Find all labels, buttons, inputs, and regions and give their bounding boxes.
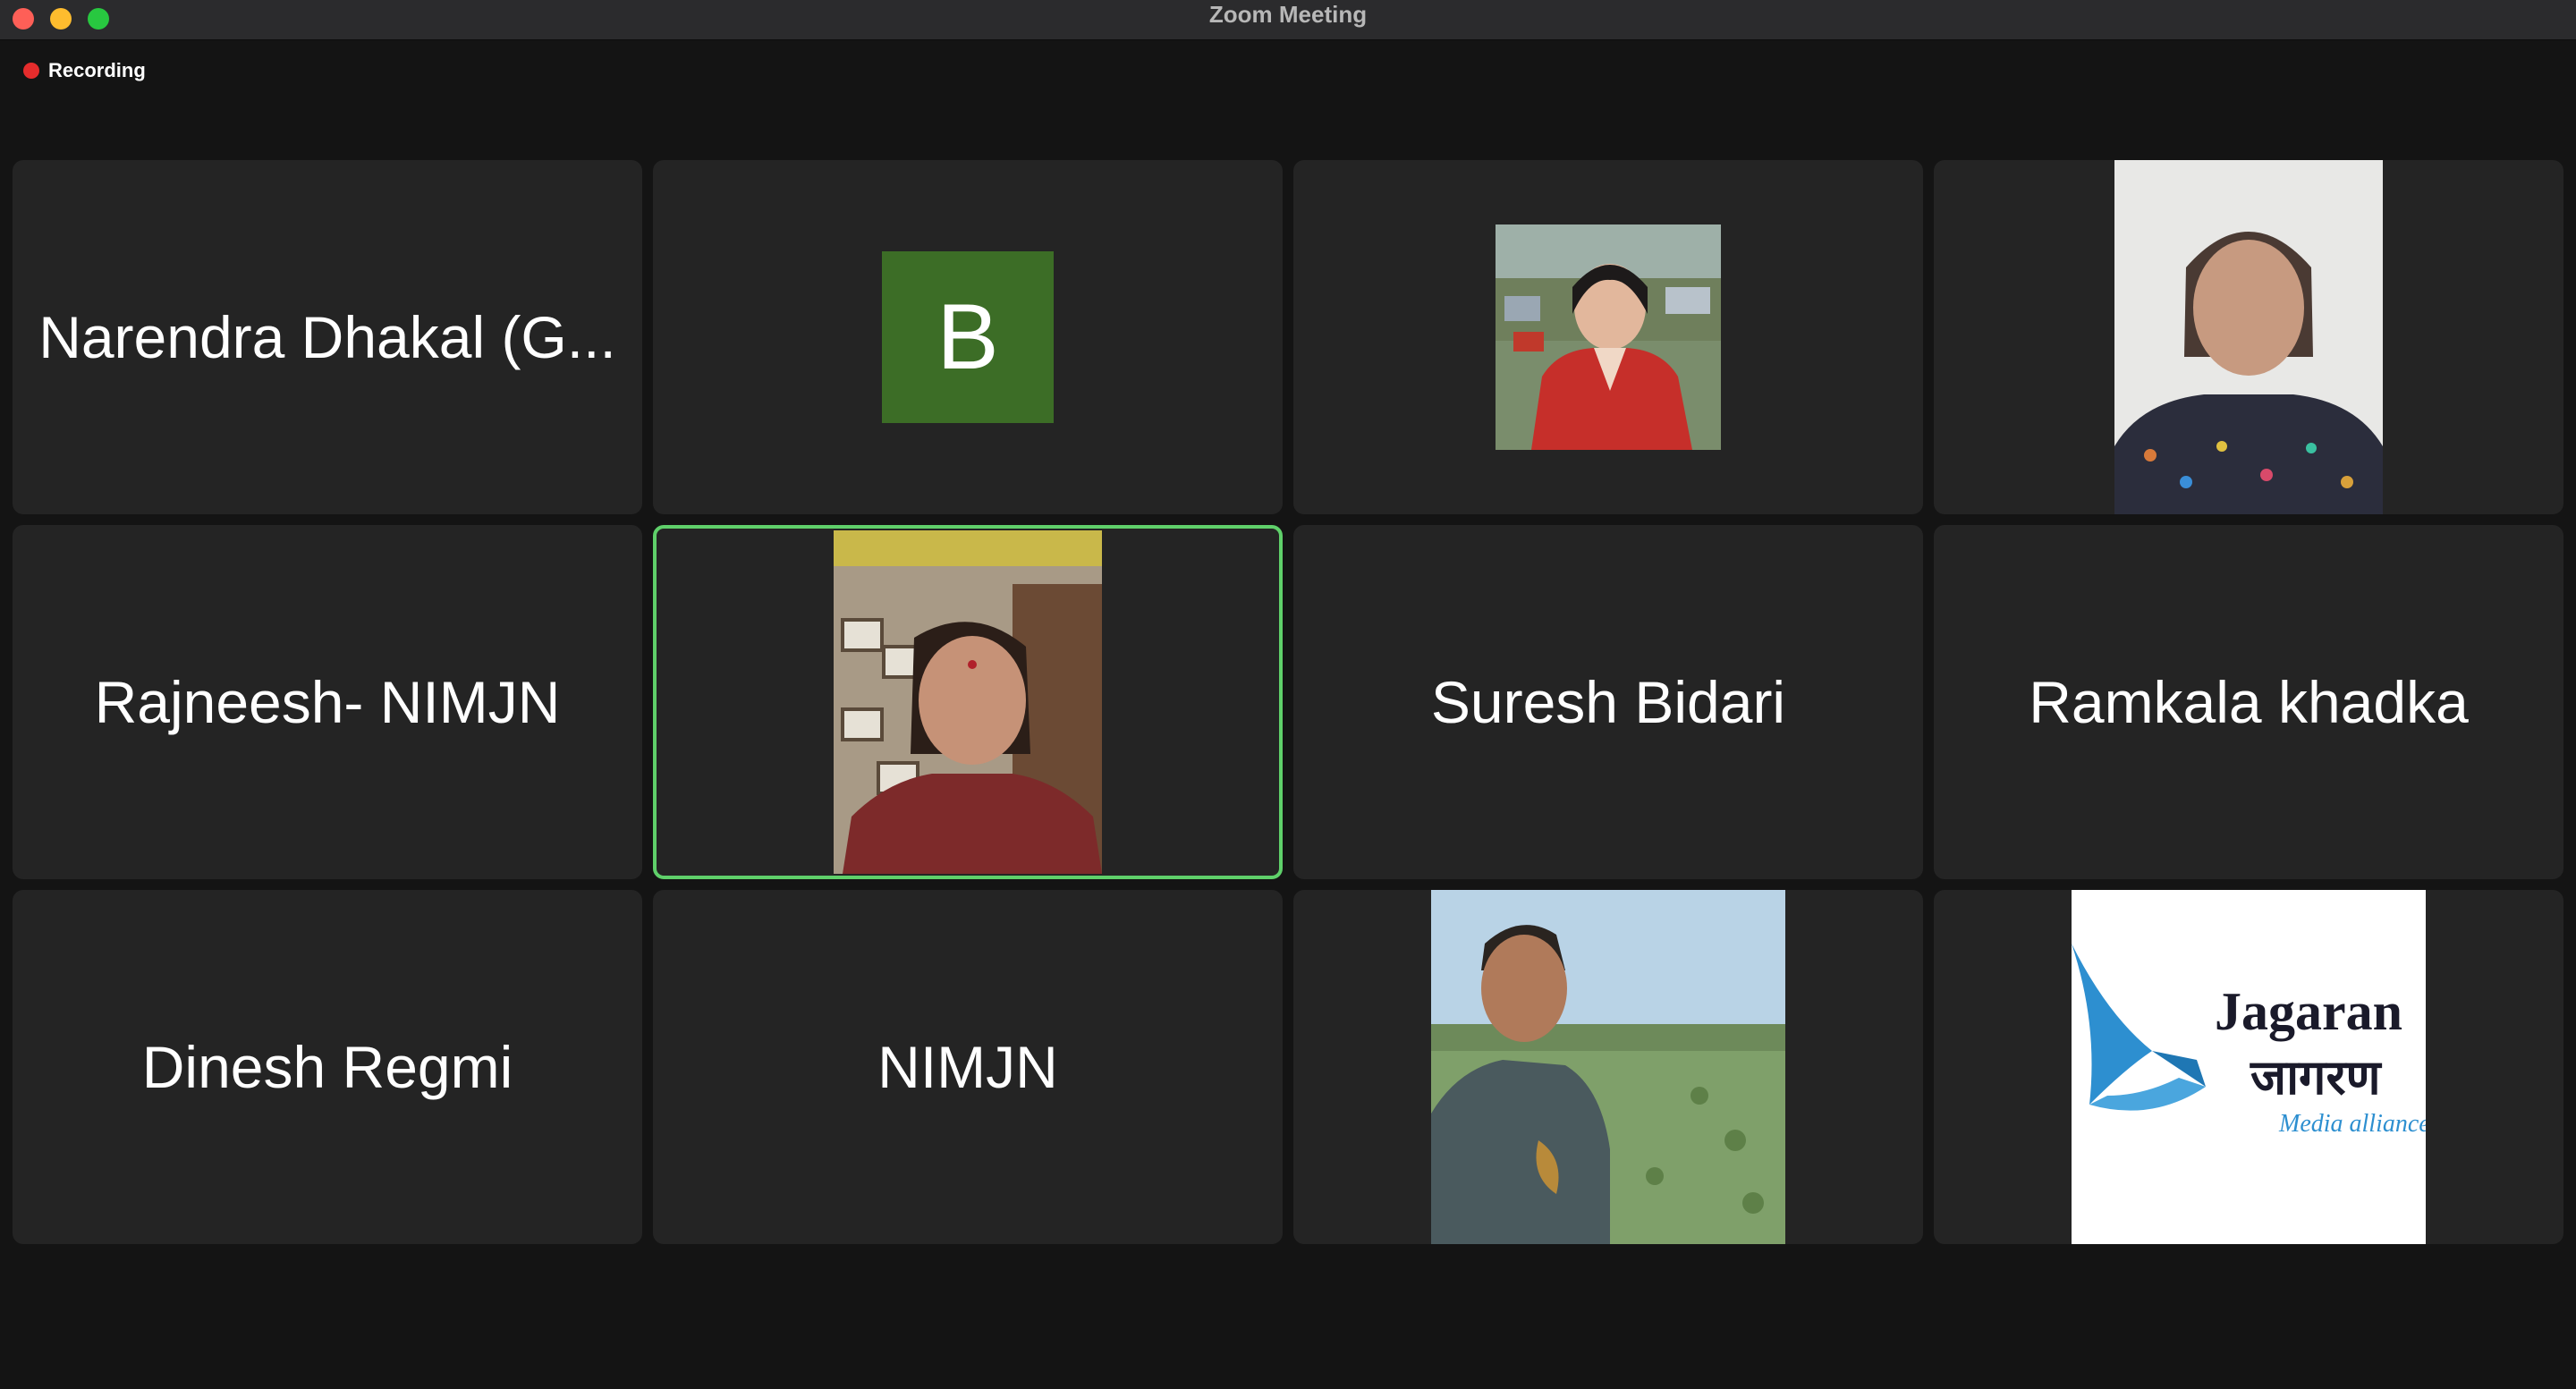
participant-tile[interactable] [1293, 160, 1923, 514]
participant-name: Suresh Bidari [1430, 669, 1786, 735]
participant-tile[interactable]: Ramkala khadka [1934, 525, 2563, 879]
participant-tile[interactable]: Narendra Dhakal (G... [13, 160, 642, 514]
participant-tile[interactable]: B [653, 160, 1283, 514]
participant-name: NIMJN [877, 1034, 1058, 1100]
recording-dot-icon [23, 63, 39, 79]
participant-photo-woman-floral-top [2114, 160, 2383, 514]
participant-avatar: B [882, 251, 1054, 423]
recording-indicator[interactable]: Recording [23, 57, 146, 84]
avatar-initial: B [936, 284, 999, 389]
participant-tile[interactable]: NIMJN [653, 890, 1283, 1244]
recording-label: Recording [48, 59, 146, 81]
participant-name: Ramkala khadka [2029, 669, 2469, 735]
participant-name: Narendra Dhakal (G... [38, 304, 616, 370]
participant-tile[interactable]: Suresh Bidari [1293, 525, 1923, 879]
participant-tile-active-speaker[interactable] [653, 525, 1283, 879]
participant-tile[interactable]: Rajneesh- NIMJN [13, 525, 642, 879]
logo-text-devanagari: जागरण [2250, 1049, 2381, 1105]
window-title: Zoom Meeting [1208, 1, 1368, 28]
participant-photo-woman-red-jacket [1496, 224, 1721, 450]
participant-photo-woman-office [834, 530, 1102, 874]
participant-name: Dinesh Regmi [141, 1034, 513, 1100]
participant-tile[interactable] [1934, 160, 2563, 514]
logo-text-english: Jagaran [2215, 982, 2402, 1041]
bird-logo-icon [2072, 944, 2206, 1111]
logo-tagline: Media alliance [2279, 1110, 2426, 1138]
participant-tile[interactable]: Jagaran जागरण Media alliance [1934, 890, 2563, 1244]
participant-photo-man-field [1431, 890, 1785, 1244]
participant-name: Rajneesh- NIMJN [94, 669, 561, 735]
window-titlebar: Zoom Meeting [0, 0, 2576, 40]
participant-tile[interactable]: Dinesh Regmi [13, 890, 642, 1244]
participant-tile[interactable] [1293, 890, 1923, 1244]
participant-logo: Jagaran जागरण Media alliance [2072, 890, 2426, 1244]
